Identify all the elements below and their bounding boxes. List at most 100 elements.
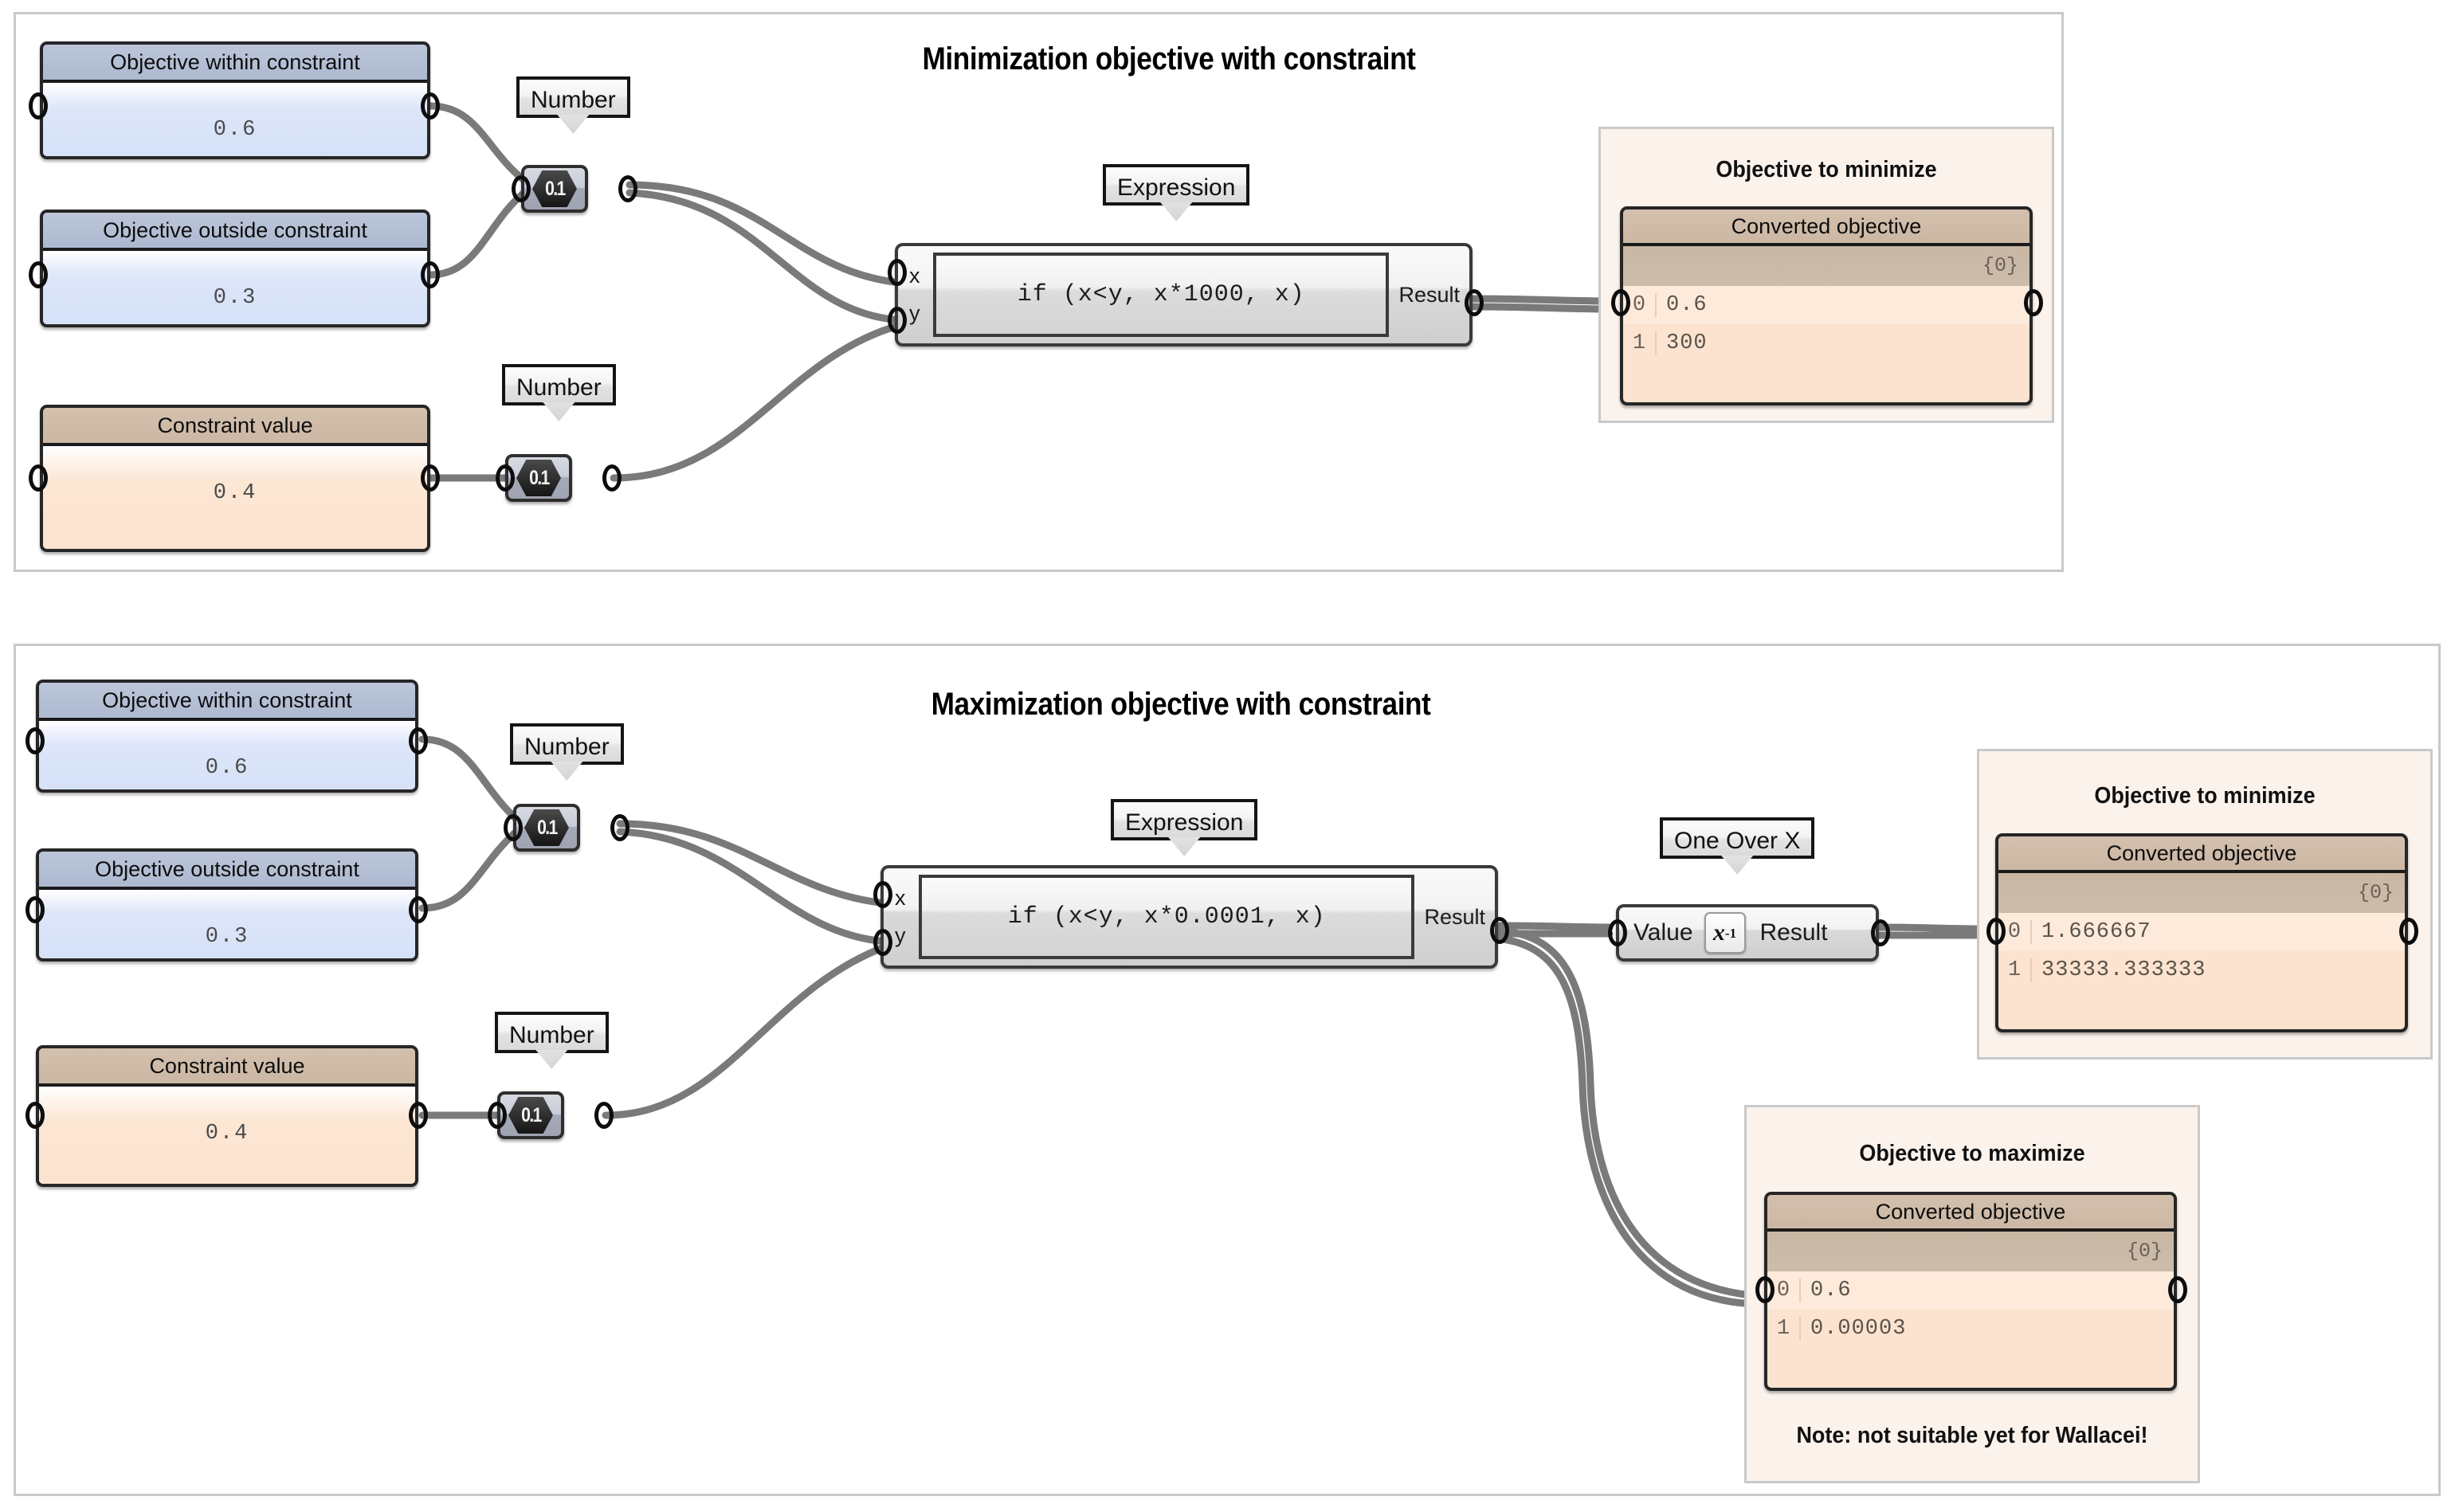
grid-input-port[interactable] — [1755, 1276, 1775, 1303]
callout-label: One Over X — [1674, 828, 1801, 854]
number-icon-value: 0.1 — [520, 1103, 542, 1126]
wallacei-note: Note: not suitable yet for Wallacei! — [1796, 1423, 2148, 1448]
row-index: 1 — [1776, 1317, 1790, 1341]
grid-empty-area — [1767, 1348, 2174, 1383]
panel-output-port[interactable] — [421, 92, 440, 119]
panel-output-port[interactable] — [409, 1102, 428, 1129]
grid-rows: 0 0.6 1 300 — [1623, 286, 2029, 398]
number-slider-1[interactable]: 0.1 — [521, 165, 588, 213]
grid-input-port[interactable] — [1611, 289, 1630, 316]
panel-input-port[interactable] — [25, 1102, 45, 1129]
expression-formula-field[interactable]: if (x<y, x*0.0001, x) — [919, 875, 1415, 959]
panel-value: 0.3 — [205, 925, 249, 949]
slider-input-port[interactable] — [504, 814, 523, 841]
grid-output-port[interactable] — [2168, 1276, 2187, 1303]
callout-one-over-x: One Over X — [1660, 817, 1815, 875]
panel-value: 0.3 — [213, 286, 257, 310]
panel-constraint-value-1[interactable]: Constraint value 0.4 — [40, 405, 430, 552]
slider-output-port[interactable] — [618, 175, 637, 202]
number-slider-2[interactable]: 0.1 — [505, 454, 572, 502]
hexagon-number-icon: 0.1 — [516, 460, 561, 496]
grid-rows: 0 0.6 1 0.00003 — [1767, 1271, 2174, 1383]
panel-input-port[interactable] — [29, 92, 48, 119]
hexagon-number-icon: 0.1 — [524, 809, 569, 846]
one-over-x-input-port[interactable] — [1608, 919, 1627, 946]
row-index: 1 — [2007, 958, 2022, 982]
grid-branch-label: {0} — [1623, 246, 2029, 286]
subgroup-title-objective-to-minimize-2: Objective to minimize — [2094, 783, 2316, 809]
grid-empty-area — [1998, 989, 2405, 1024]
number-slider-3[interactable]: 0.1 — [513, 804, 580, 852]
slider-output-port[interactable] — [594, 1102, 614, 1129]
x-inverse-base: x — [1712, 919, 1725, 946]
grid-converted-objective-2[interactable]: Converted objective {0} 0 1.666667 1 333… — [1995, 833, 2408, 1032]
panel-output-port[interactable] — [409, 727, 428, 754]
slider-output-port[interactable] — [602, 464, 622, 492]
number-icon-value: 0.1 — [536, 816, 558, 839]
callout-label: Number — [531, 87, 616, 113]
panel-body: 0.4 — [39, 1087, 415, 1184]
grasshopper-canvas: Minimization objective with constraint O… — [0, 0, 2455, 1512]
panel-caption: Objective outside constraint — [39, 852, 415, 890]
expression-output-port[interactable] — [1465, 289, 1484, 316]
expression-output-label: Result — [1424, 904, 1485, 929]
panel-objective-outside-constraint-1[interactable]: Objective outside constraint 0.3 — [40, 210, 430, 327]
expression-input-port-x[interactable] — [888, 259, 907, 286]
panel-value: 0.6 — [205, 756, 249, 780]
expression-input-y-label: y — [909, 301, 920, 325]
grid-branch-label: {0} — [1767, 1232, 2174, 1271]
grid-caption: Converted objective — [1998, 836, 2405, 873]
callout-label: Expression — [1125, 809, 1244, 836]
panel-input-port[interactable] — [25, 896, 45, 923]
number-slider-4[interactable]: 0.1 — [497, 1091, 564, 1139]
slider-output-port[interactable] — [610, 814, 629, 841]
expression-formula-field[interactable]: if (x<y, x*1000, x) — [933, 253, 1390, 337]
callout-number-2: Number — [502, 364, 616, 421]
panel-output-port[interactable] — [421, 464, 440, 492]
expression-input-y-label: y — [895, 923, 906, 947]
subgroup-title-objective-to-maximize: Objective to maximize — [1859, 1141, 2085, 1166]
panel-caption: Constraint value — [43, 408, 427, 446]
grid-input-port[interactable] — [1986, 918, 2006, 945]
callout-number-4: Number — [495, 1012, 609, 1069]
panel-input-port[interactable] — [25, 727, 45, 754]
row-value: 33333.333333 — [2030, 958, 2405, 982]
grid-output-port[interactable] — [2024, 289, 2043, 316]
one-over-x-output-port[interactable] — [1871, 919, 1890, 946]
expression-input-port-x[interactable] — [873, 881, 892, 908]
grid-output-port[interactable] — [2399, 918, 2418, 945]
slider-input-port[interactable] — [488, 1102, 507, 1129]
grid-converted-objective-3[interactable]: Converted objective {0} 0 0.6 1 0.00003 — [1764, 1192, 2177, 1391]
x-inverse-exponent: -1 — [1724, 925, 1737, 941]
number-icon-value: 0.1 — [544, 177, 566, 200]
callout-number-3: Number — [510, 723, 624, 781]
expression-node-1[interactable]: x y if (x<y, x*1000, x) Result — [895, 243, 1473, 347]
subgroup-title-objective-to-minimize-1: Objective to minimize — [1716, 157, 1937, 182]
slider-input-port[interactable] — [496, 464, 515, 492]
panel-value: 0.4 — [213, 481, 257, 505]
panel-caption: Objective within constraint — [39, 683, 415, 721]
panel-input-port[interactable] — [29, 464, 48, 492]
expression-input-port-y[interactable] — [873, 929, 892, 956]
grid-empty-area — [1623, 362, 2029, 398]
panel-caption: Objective outside constraint — [43, 213, 427, 251]
panel-output-port[interactable] — [421, 261, 440, 288]
expression-input-x-label: x — [909, 264, 920, 288]
grid-row: 1 300 — [1623, 324, 2029, 362]
grid-converted-objective-1[interactable]: Converted objective {0} 0 0.6 1 300 — [1620, 206, 2033, 405]
panel-objective-within-constraint-1[interactable]: Objective within constraint 0.6 — [40, 41, 430, 159]
panel-objective-within-constraint-2[interactable]: Objective within constraint 0.6 — [36, 680, 418, 793]
panel-constraint-value-2[interactable]: Constraint value 0.4 — [36, 1045, 418, 1187]
panel-objective-outside-constraint-2[interactable]: Objective outside constraint 0.3 — [36, 848, 418, 962]
grid-caption: Converted objective — [1767, 1195, 2174, 1232]
grid-caption: Converted objective — [1623, 210, 2029, 246]
hexagon-number-icon: 0.1 — [508, 1097, 553, 1134]
slider-input-port[interactable] — [512, 175, 531, 202]
panel-output-port[interactable] — [409, 896, 428, 923]
panel-input-port[interactable] — [29, 261, 48, 288]
expression-output-port[interactable] — [1490, 917, 1509, 944]
one-over-x-node[interactable]: Value x -1 Result — [1616, 904, 1879, 962]
expression-output-label: Result — [1398, 282, 1460, 307]
expression-input-port-y[interactable] — [888, 307, 907, 334]
expression-node-2[interactable]: x y if (x<y, x*0.0001, x) Result — [880, 865, 1498, 969]
